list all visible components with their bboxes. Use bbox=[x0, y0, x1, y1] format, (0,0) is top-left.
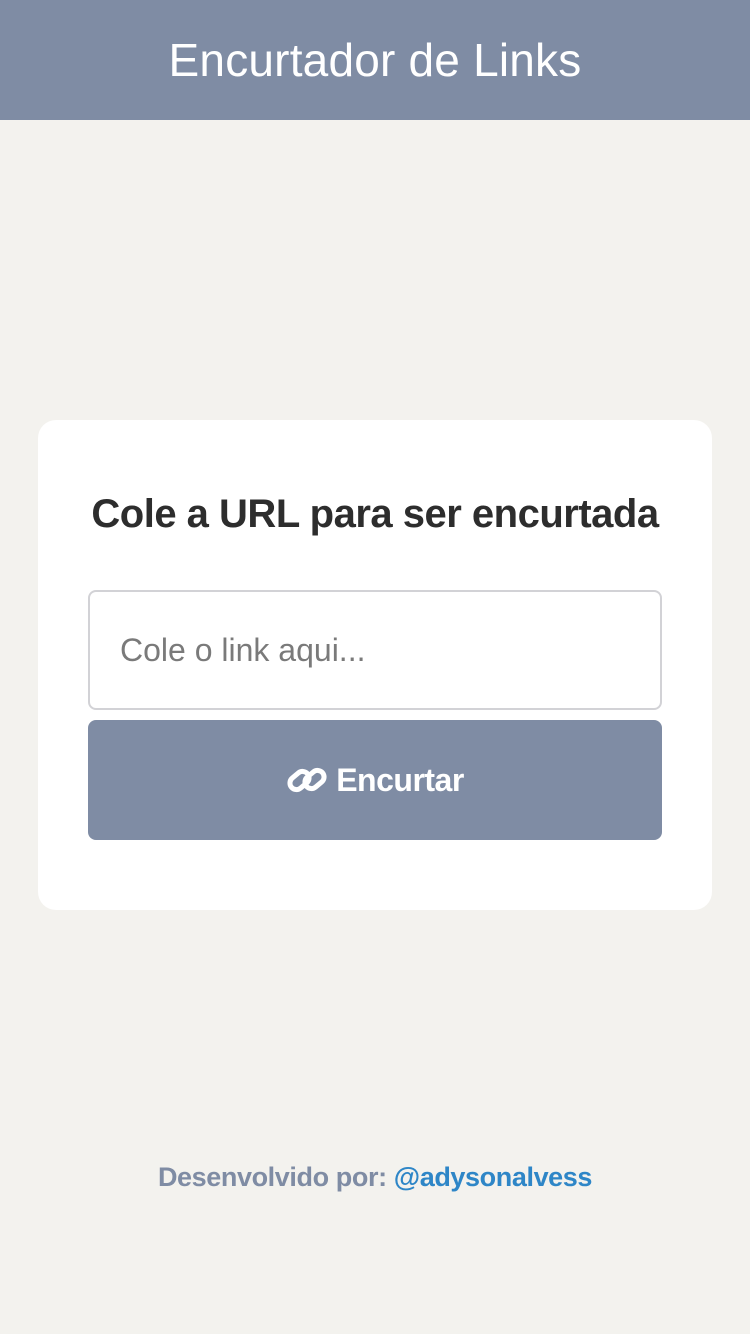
shorten-button-label: Encurtar bbox=[336, 761, 464, 798]
app-title: Encurtador de Links bbox=[168, 34, 582, 86]
footer-credit: Desenvolvido por: @adysonalvess bbox=[0, 1162, 750, 1193]
link-icon bbox=[286, 763, 328, 797]
form-title: Cole a URL para ser encurtada bbox=[91, 492, 659, 536]
app-header: Encurtador de Links bbox=[0, 0, 750, 120]
url-input[interactable] bbox=[88, 590, 662, 710]
footer-prefix: Desenvolvido por: bbox=[157, 1162, 387, 1192]
shorten-button[interactable]: Encurtar bbox=[88, 720, 662, 840]
author-link[interactable]: @adysonalvess bbox=[394, 1162, 593, 1192]
